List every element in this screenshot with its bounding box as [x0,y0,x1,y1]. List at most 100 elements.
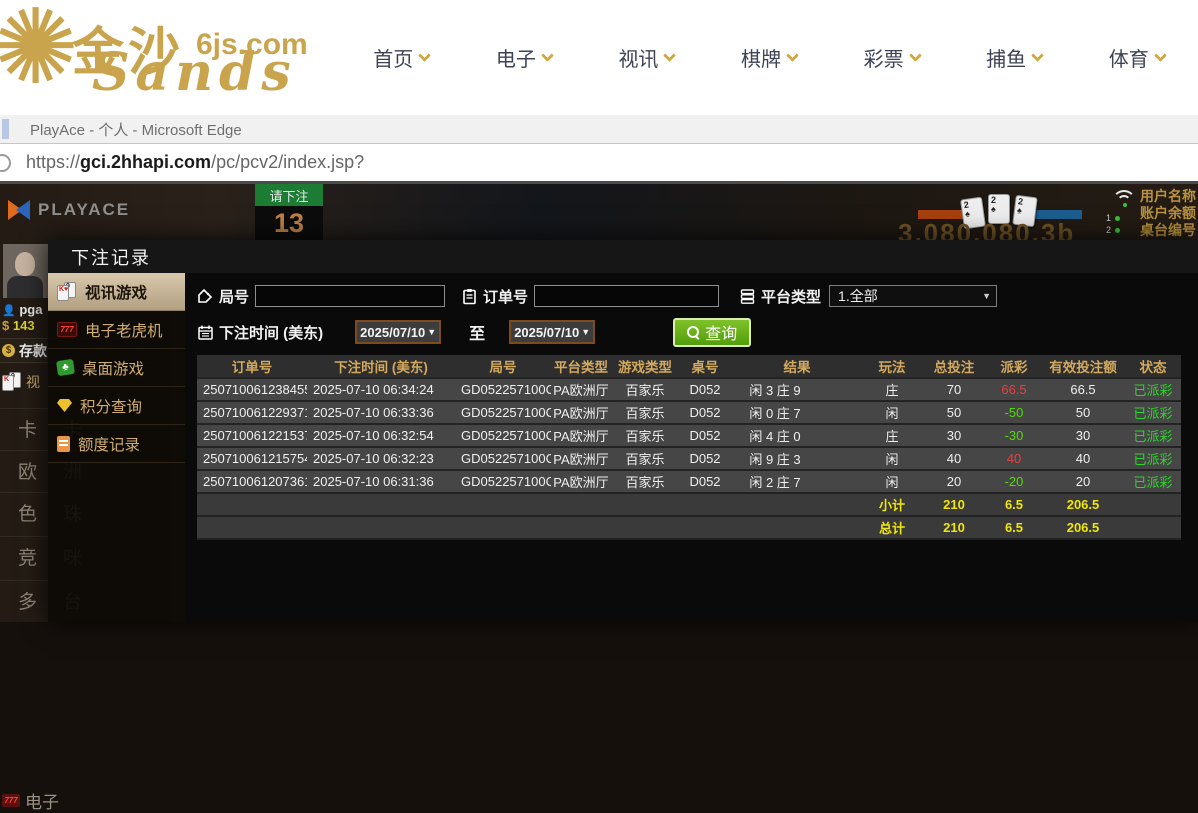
chevron-down-icon [908,48,922,62]
chevron-down-icon [663,48,677,62]
to-label: 至 [469,326,486,343]
sidebar-item-table-games[interactable]: ♣ 桌面游戏 [48,349,185,387]
person-icon: 👤 [2,305,16,317]
date-caret-icon: ▼ [581,327,591,337]
window-title: PlayAce - 个人 - Microsoft Edge [30,121,242,139]
col-valid-bet: 有效投注额 [1049,360,1117,375]
bet-record-table: 订单号 下注时间 (美东) 局号 平台类型 游戏类型 桌号 结果 玩法 总投注 … [197,355,1181,540]
clipboard-icon [461,288,478,305]
bet-record-modal: 下注记录 9K♥ 视讯游戏 777 电子老虎机 ♣ 桌面游戏 积分查询 [48,240,1198,622]
subtotal-row: 小计 210 6.5 206.5 [197,494,1181,517]
bet-timer: 请下注 13 [255,184,323,240]
slots-icon: 777 [2,794,20,807]
nav-label: 电子 [495,49,536,71]
sands-logo: ✺ 金沙 6js.com Sands [0,0,310,112]
slot-machine-icon: 777 [57,322,77,337]
rail-username: 👤 pga [2,302,43,317]
coin-icon: $ [2,344,15,357]
url-text[interactable]: https://gci.2hhapi.com/pc/pcv2/index.jsp… [26,152,364,173]
sidebar-item-points[interactable]: 积分查询 [48,387,185,425]
main-nav: 首页 电子 视讯 棋牌 彩票 捕鱼 体育 [340,0,1198,115]
cards-icon: 9K♥ [57,281,77,302]
sidebar-label: 积分查询 [80,398,143,416]
rail-video-tab[interactable]: 9K 视 [2,372,40,392]
table-games-icon: ♣ [56,358,75,377]
balance-label: 账户余额 [1140,205,1196,221]
sidebar-label: 电子老虎机 [85,322,163,340]
col-time: 下注时间 (美东) [334,360,428,375]
chevron-down-icon [540,48,554,62]
col-round: 局号 [489,360,517,375]
date-from-picker[interactable]: 2025/07/10 ▼ [355,320,442,344]
col-game-type: 游戏类型 [618,360,672,375]
search-icon [687,325,700,339]
wifi-icon [1112,190,1140,212]
chevron-down-icon [1153,48,1167,62]
table-row: 250710061207361 2025-07-10 06:31:36 GD05… [197,471,1181,494]
bet-prompt: 请下注 [255,184,323,206]
date-caret-icon: ▼ [427,327,437,337]
nav-label: 首页 [373,49,414,71]
platform-select[interactable]: 1.全部 ▼ [829,285,998,307]
playace-icon [8,198,32,222]
sidebar-item-quota[interactable]: 额度记录 [48,425,185,463]
platform-filter-label: 平台类型 [739,286,821,307]
nav-item-sports[interactable]: 体育 [1075,43,1198,72]
calendar-icon [197,324,214,341]
nav-item-home[interactable]: 首页 [340,43,463,72]
avatar[interactable] [3,244,48,298]
nav-item-slots[interactable]: 电子 [463,43,586,72]
table-header-row: 订单号 下注时间 (美东) 局号 平台类型 游戏类型 桌号 结果 玩法 总投注 … [197,355,1181,379]
bet-time-label: 下注时间 (美东) [197,322,323,343]
window-icon [2,119,9,139]
table-row: 250710061229371 2025-07-10 06:33:36 GD05… [197,402,1181,425]
round-input[interactable] [255,285,446,307]
modal-title: 下注记录 [48,240,1198,273]
col-status: 状态 [1139,360,1167,375]
round-filter-label: 局号 [197,286,249,307]
platform-selected-value: 1.全部 [838,288,878,304]
server-icon [739,288,756,305]
nav-item-fishing[interactable]: 捕鱼 [953,43,1076,72]
modal-content: 局号 订单号 平台类型 1.全部 ▼ 下注时间 (美东) 2025/07/10 … [185,273,1198,622]
order-filter-label: 订单号 [461,286,528,307]
table-row: 250710061215754 2025-07-10 06:32:23 GD05… [197,448,1181,471]
sidebar-label: 视讯游戏 [85,284,148,302]
chevron-down-icon [786,48,799,62]
col-result: 结果 [783,360,811,375]
nav-item-lottery[interactable]: 彩票 [830,43,953,72]
game-header: PLAYACE 请下注 13 2 ♠ 2 ♠ 2 ♠ 3,080,080.3b 1 2… [0,184,1198,240]
nav-label: 棋牌 [741,49,782,71]
table-row: 250710061238455 2025-07-10 06:34:24 GD05… [197,379,1181,402]
nav-item-live[interactable]: 视讯 [585,43,708,72]
sidebar-label: 额度记录 [78,436,141,454]
col-play: 玩法 [878,360,906,375]
rail-item-slots[interactable]: 777 电子 [2,788,59,813]
tag-icon [197,288,214,305]
date-to-picker[interactable]: 2025/07/10 ▼ [509,320,596,344]
nav-label: 视讯 [618,49,659,71]
table-row: 250710061221537 2025-07-10 06:32:54 GD05… [197,425,1181,448]
site-header: ✺ 金沙 6js.com Sands 首页 电子 视讯 棋牌 彩票 捕鱼 体育 [0,0,1198,115]
chevron-down-icon [1031,48,1045,62]
playace-logo: PLAYACE [8,198,130,222]
select-caret-icon: ▼ [982,291,992,301]
nav-label: 体育 [1108,49,1149,71]
sidebar-item-slots[interactable]: 777 电子老虎机 [48,311,185,349]
order-input[interactable] [534,285,720,307]
sidebar-item-live-games[interactable]: 9K♥ 视讯游戏 [48,273,196,311]
total-row: 总计 210 6.5 206.5 [197,517,1181,540]
nav-item-board[interactable]: 棋牌 [708,43,831,72]
search-button-label: 查询 [705,326,738,343]
url-bar[interactable]: https://gci.2hhapi.com/pc/pcv2/index.jsp… [0,144,1198,184]
username-label: 用户名称 [1140,188,1196,204]
seat-list: 1 2 [1106,212,1121,236]
url-host: gci.2hhapi.com [80,152,212,172]
cards-icon: 9K [2,372,22,392]
sunburst-icon: ✺ [0,0,80,106]
edge-title-bar: PlayAce - 个人 - Microsoft Edge [0,115,1198,144]
site-icon [0,154,11,172]
jackpot-amount: 3,080,080.3b [898,218,1076,240]
col-total-bet: 总投注 [933,360,975,375]
search-button[interactable]: 查询 [673,317,752,347]
